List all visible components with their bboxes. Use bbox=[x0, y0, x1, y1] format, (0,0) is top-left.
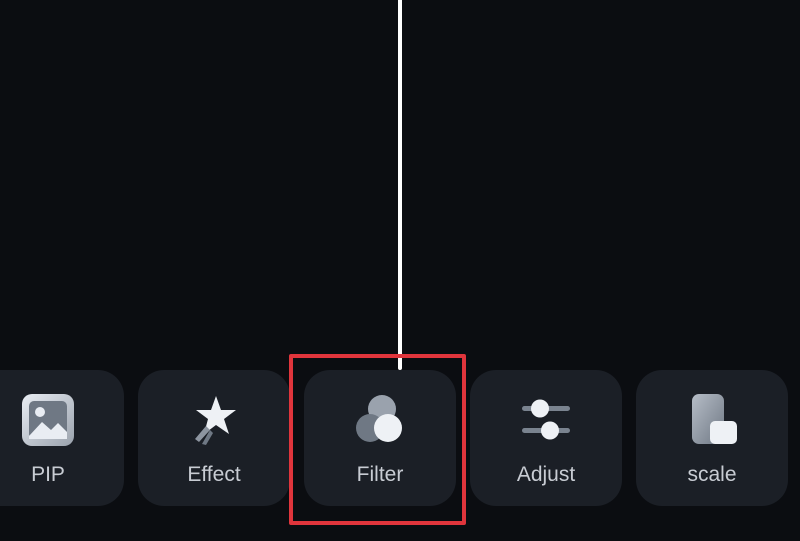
pip-button[interactable]: PIP bbox=[0, 370, 124, 506]
picture-in-picture-icon bbox=[22, 394, 74, 446]
adjust-button[interactable]: Adjust bbox=[470, 370, 622, 506]
scale-rectangles-icon bbox=[692, 394, 737, 444]
pip-label: PIP bbox=[31, 463, 65, 486]
editor-screen: PIP Effect Filter Adjust scale bbox=[0, 0, 800, 541]
effect-label: Effect bbox=[187, 463, 241, 486]
filter-circles-icon bbox=[356, 395, 402, 442]
filter-label: Filter bbox=[356, 463, 404, 486]
bottom-toolbar: PIP Effect Filter Adjust scale bbox=[0, 0, 800, 541]
filter-button[interactable]: Filter bbox=[304, 370, 456, 506]
effect-button[interactable]: Effect bbox=[138, 370, 290, 506]
scale-label: scale bbox=[687, 463, 737, 486]
adjust-label: Adjust bbox=[516, 463, 576, 486]
scale-button[interactable]: scale bbox=[636, 370, 788, 506]
sliders-icon bbox=[522, 399, 570, 440]
star-effect-icon bbox=[195, 396, 236, 445]
